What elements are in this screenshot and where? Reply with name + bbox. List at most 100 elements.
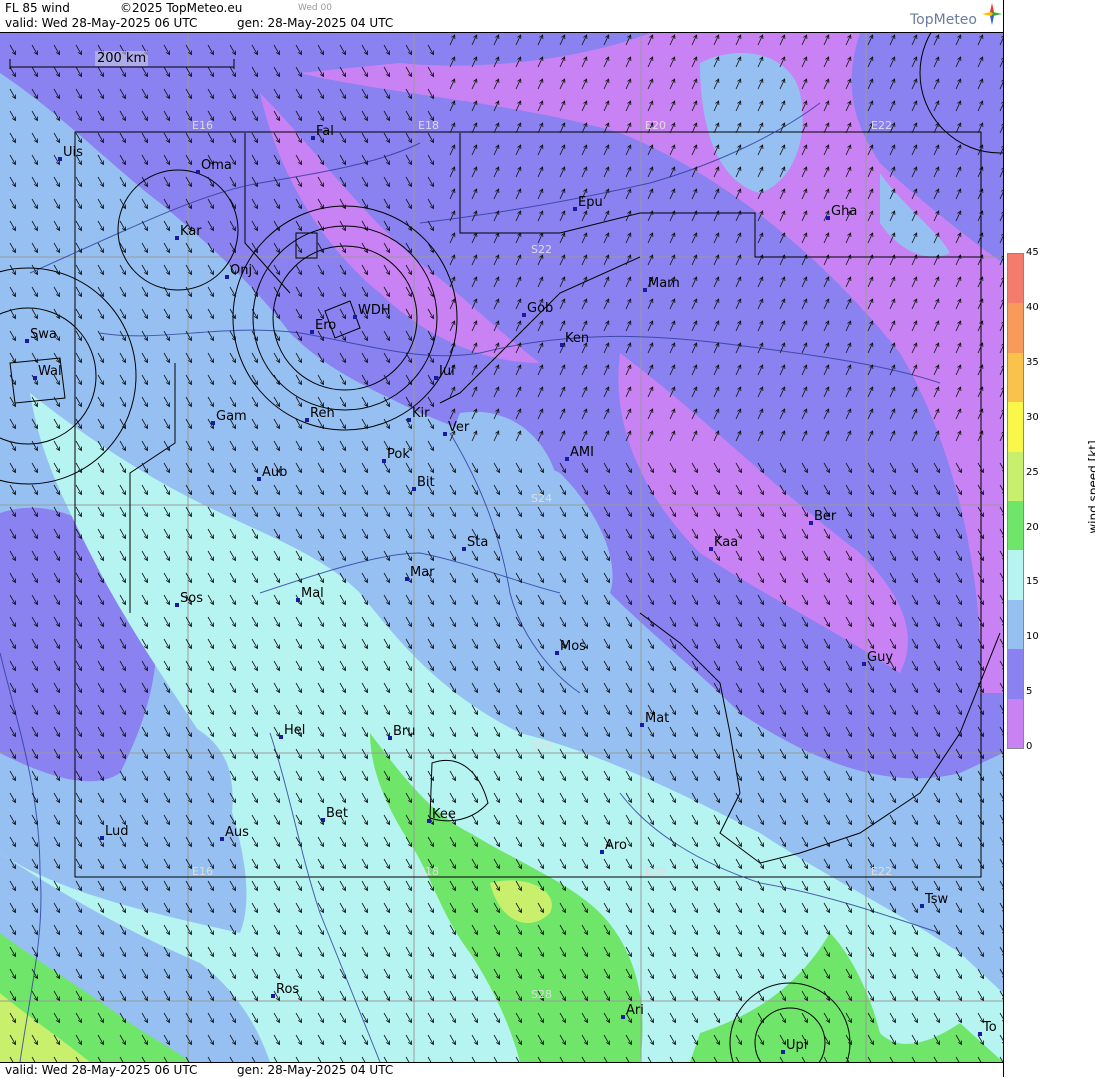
legend-tick: 5 bbox=[1026, 686, 1033, 698]
place-label: Ver bbox=[448, 420, 470, 435]
place-label: Jul bbox=[438, 364, 455, 379]
lon-label-bottom: E16 bbox=[192, 865, 213, 878]
place-label: Aub bbox=[262, 465, 287, 480]
place-marker bbox=[920, 904, 924, 908]
wind-map[interactable]: Uis Oma Fal Epu Gha Kar Onj Mam Gob WDH Ken Ero Swa W… bbox=[0, 33, 1003, 1062]
map-title: FL 85 wind bbox=[5, 1, 70, 15]
colorbar-segment bbox=[1008, 698, 1023, 748]
legend-tick: 35 bbox=[1026, 356, 1039, 368]
colorbar-segment bbox=[1008, 303, 1023, 353]
place-label: Wal bbox=[38, 364, 62, 379]
place-marker bbox=[781, 1050, 785, 1054]
place-label: Ero bbox=[315, 318, 336, 333]
place-label: Gha bbox=[831, 204, 857, 219]
legend-tick: 15 bbox=[1026, 576, 1039, 588]
place-label: Mat bbox=[645, 711, 669, 726]
place-marker bbox=[305, 418, 309, 422]
place-marker bbox=[621, 1015, 625, 1019]
place-label: Aus bbox=[225, 825, 249, 840]
copyright: ©2025 TopMeteo.eu bbox=[120, 1, 243, 15]
place-label: To bbox=[982, 1020, 997, 1035]
place-label: Kee bbox=[432, 807, 456, 822]
place-label: Kaa bbox=[714, 535, 738, 550]
place-marker bbox=[427, 819, 431, 823]
place-label: Epu bbox=[578, 195, 603, 210]
place-label: Sos bbox=[180, 591, 203, 606]
place-marker bbox=[58, 157, 62, 161]
place-marker bbox=[600, 850, 604, 854]
legend-tick: 40 bbox=[1026, 301, 1039, 313]
legend-tick: 0 bbox=[1026, 741, 1033, 753]
place-label: Onj bbox=[230, 263, 252, 278]
place-marker bbox=[196, 170, 200, 174]
wind-field: Uis Oma Fal Epu Gha Kar Onj Mam Gob WDH Ken Ero Swa W… bbox=[0, 33, 1003, 1062]
place-label: Aro bbox=[605, 838, 627, 853]
colorbar-segment bbox=[1008, 500, 1023, 551]
place-label: Ber bbox=[814, 509, 837, 524]
lon-label-top: E16 bbox=[192, 119, 213, 132]
place-marker bbox=[560, 343, 564, 347]
place-marker bbox=[271, 994, 275, 998]
place-marker bbox=[978, 1032, 982, 1036]
colorbar-segment bbox=[1008, 599, 1023, 650]
legend-tick: 45 bbox=[1026, 247, 1039, 258]
place-label: Bit bbox=[417, 475, 435, 490]
place-marker bbox=[310, 330, 314, 334]
footer-generated-time: gen: 28-May-2025 04 UTC bbox=[237, 1063, 394, 1077]
place-marker bbox=[522, 313, 526, 317]
place-marker bbox=[809, 521, 813, 525]
valid-time: valid: Wed 28-May-2025 06 UTC bbox=[5, 16, 198, 30]
logo-text: TopMeteo bbox=[910, 12, 977, 28]
colorbar-segment bbox=[1008, 451, 1023, 501]
place-marker bbox=[388, 736, 392, 740]
scale-bar-label: 200 km bbox=[95, 51, 149, 66]
place-marker bbox=[257, 477, 261, 481]
place-label: Upi bbox=[786, 1038, 807, 1053]
place-label: Tsw bbox=[924, 892, 949, 907]
place-marker bbox=[640, 723, 644, 727]
lon-label-top: E18 bbox=[418, 119, 439, 132]
legend-title: wind speed [kt] bbox=[1086, 440, 1095, 534]
lon-label-bottom: E18 bbox=[418, 865, 439, 878]
lat-label: S24 bbox=[531, 492, 552, 505]
day-label: Wed 00 bbox=[298, 3, 332, 13]
place-marker bbox=[573, 207, 577, 211]
colorbar bbox=[1007, 253, 1024, 749]
place-label: Ros bbox=[276, 982, 299, 997]
colorbar-segment bbox=[1008, 550, 1023, 600]
colorbar-segment bbox=[1008, 352, 1023, 403]
place-label: Bet bbox=[326, 806, 348, 821]
legend-tick: 25 bbox=[1026, 466, 1039, 478]
place-marker bbox=[33, 376, 37, 380]
place-label: Kar bbox=[180, 224, 202, 239]
place-label: Lud bbox=[105, 824, 129, 839]
place-marker bbox=[175, 603, 179, 607]
colorbar-segment bbox=[1008, 254, 1023, 304]
place-marker bbox=[100, 836, 104, 840]
footer-valid-time: valid: Wed 28-May-2025 06 UTC bbox=[5, 1063, 198, 1077]
place-label: Mal bbox=[301, 586, 324, 601]
place-marker bbox=[211, 421, 215, 425]
place-label: Ken bbox=[565, 331, 589, 346]
place-marker bbox=[220, 837, 224, 841]
place-label: Mam bbox=[648, 276, 680, 291]
place-marker bbox=[25, 339, 29, 343]
legend-tick: 10 bbox=[1026, 631, 1039, 643]
legend-tick: 20 bbox=[1026, 521, 1039, 533]
place-label: Reh bbox=[310, 406, 335, 421]
place-label: Sta bbox=[467, 535, 488, 550]
place-marker bbox=[279, 735, 283, 739]
place-marker bbox=[353, 315, 357, 319]
lat-label: S28 bbox=[531, 988, 552, 1001]
place-label: AMI bbox=[570, 445, 594, 460]
lon-label-top: E20 bbox=[645, 119, 666, 132]
place-label: Gam bbox=[216, 409, 247, 424]
colorbar-segment bbox=[1008, 649, 1023, 699]
generated-time: gen: 28-May-2025 04 UTC bbox=[237, 16, 394, 30]
place-label: Ari bbox=[626, 1003, 644, 1018]
place-label: Kir bbox=[412, 406, 430, 421]
place-label: Oma bbox=[201, 158, 232, 173]
place-marker bbox=[412, 487, 416, 491]
place-marker bbox=[311, 136, 315, 140]
lat-label: S22 bbox=[531, 243, 552, 256]
